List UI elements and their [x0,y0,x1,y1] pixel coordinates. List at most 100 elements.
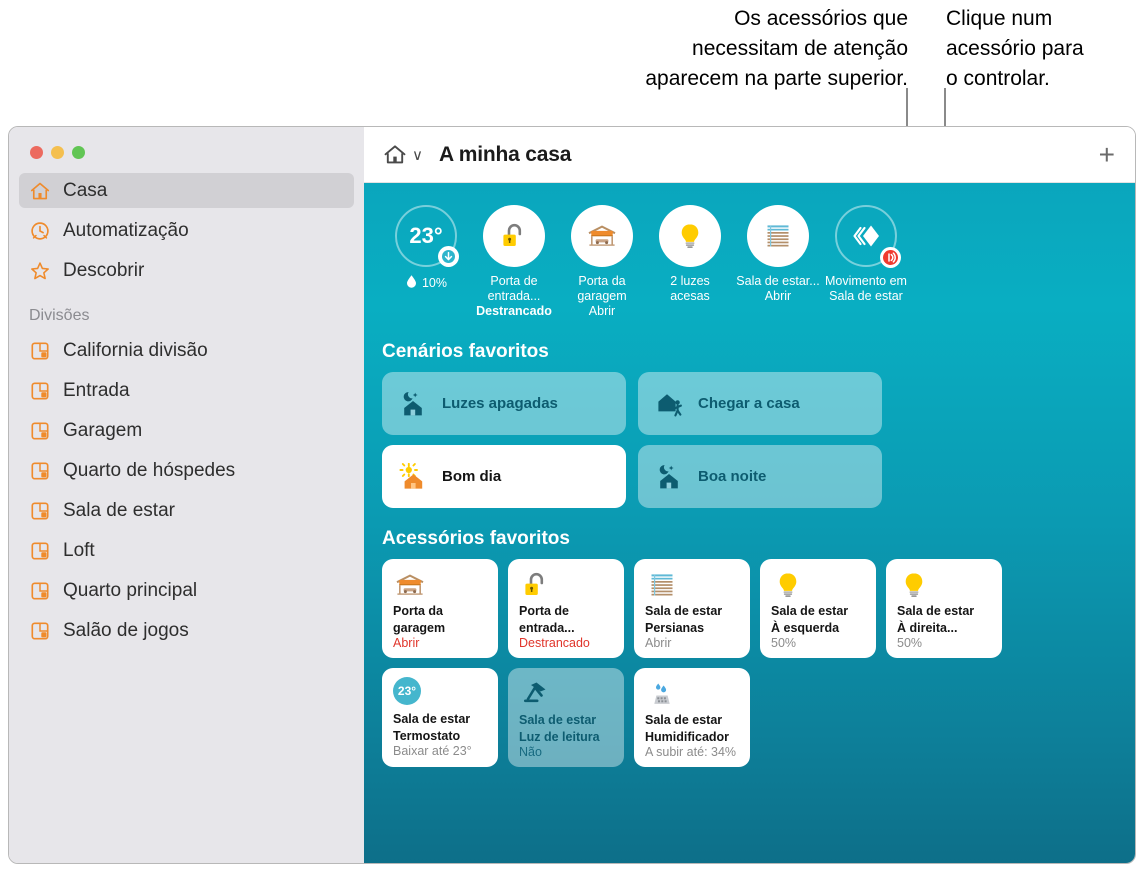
accessory-name-line1: Sala de estar [519,713,597,727]
callout-click: Clique num acessório para o controlar. [946,7,1084,90]
scene-card[interactable]: Chegar a casa [638,372,882,435]
accessory-name-line2: À esquerda [771,620,840,635]
sidebar-room-item[interactable]: Salão de jogos [19,613,354,648]
accessory-icon-wrap [897,568,992,602]
status-item[interactable]: Sala de estar... Abrir [734,205,822,319]
room-icon [29,540,51,562]
sidebar-room-item[interactable]: California divisão [19,333,354,368]
scene-card[interactable]: Boa noite [638,445,882,508]
accessory-name-line2: Termostato [393,728,461,743]
status-line1: Porta da [578,274,626,288]
desk-lamp-icon [519,677,553,716]
sidebar-room-item[interactable]: Quarto de hóspedes [19,453,354,488]
accessory-card[interactable]: Porta de entrada... Destrancado [508,559,624,658]
status-item[interactable]: Porta de entrada... Destrancado [470,205,558,319]
callout-attention: Os acessórios que necessitam de atenção … [645,7,908,90]
status-sublabel: Porta de entrada... Destrancado [468,274,560,319]
sidebar-room-item[interactable]: Garagem [19,413,354,448]
humidifier-icon [645,677,679,716]
accessory-card[interactable]: 23° Sala de estar Termostato Baixar até 23° [382,668,498,767]
add-accessory-button[interactable]: + [1099,140,1119,169]
accessory-state: Abrir [645,636,672,650]
status-temperature: 23° [409,223,443,248]
thermometer-circle[interactable]: 23° [395,205,459,267]
automation-clock-icon [29,220,51,242]
accessory-name-line1: Porta da [393,604,444,618]
screenshot-root: Os acessórios que necessitam de atenção … [0,0,1144,870]
status-sublabel: 10% [380,274,472,293]
motion-badge-icon [880,247,901,268]
accessory-state: Baixar até 23° [393,744,472,758]
home-icon [29,180,51,202]
status-item[interactable]: 23° 10% [382,205,470,319]
favorite-accessories-grid: Porta da garagem Abrir Porta de entrada... De… [364,559,1084,767]
motion-sensor-icon[interactable] [835,205,901,268]
house-person-icon [655,389,685,419]
status-item[interactable]: Movimento em Sala de estar [822,205,910,319]
room-icon [29,580,51,602]
accessory-name-line2: Humidificador [645,729,730,744]
accessory-icon-wrap [645,568,740,602]
sidebar-item-label: Automatização [63,219,189,241]
sidebar-item-automatiza--o[interactable]: Automatização [19,213,354,248]
status-item[interactable]: 2 luzes acesas [646,205,734,319]
accessory-name-line1: Sala de estar [771,604,849,618]
sidebar-item-casa[interactable]: Casa [19,173,354,208]
scene-card[interactable]: Luzes apagadas [382,372,626,435]
garage-door-icon [393,568,427,607]
minimize-button[interactable] [51,146,64,159]
accessory-card[interactable]: Sala de estar À direita... 50% [886,559,1002,658]
accessory-card[interactable]: Sala de estar Humidificador A subir até: 3… [634,668,750,767]
scene-label: Bom dia [442,468,502,485]
status-item[interactable]: Porta da garagem Abrir [558,205,646,319]
garage-door-icon[interactable] [571,205,633,267]
sidebar-primary-list: Casa Automatização Descobrir [19,173,354,288]
room-icon [29,620,51,642]
sidebar-room-item[interactable]: Sala de estar [19,493,354,528]
arrow-down-icon [438,246,459,267]
accessory-card[interactable]: Sala de estar Persianas Abrir [634,559,750,658]
sidebar-item-descobrir[interactable]: Descobrir [19,253,354,288]
accessory-name-line2: Luz de leitura [519,729,600,744]
status-line1: Sala de estar... [736,274,820,288]
accessory-card[interactable]: Sala de estar À esquerda 50% [760,559,876,658]
status-line1: 2 luzes [670,274,710,288]
main-panel: ∨ A minha casa + 23° 10% Porta de entrad… [364,127,1135,863]
sidebar-room-item[interactable]: Entrada [19,373,354,408]
unlocked-padlock-icon[interactable] [483,205,545,267]
room-icon [29,340,51,362]
sidebar-room-label: Garagem [63,419,143,441]
chevron-down-icon[interactable]: ∨ [412,146,423,164]
water-drop-icon [405,274,418,293]
status-sublabel: 2 luzes acesas [644,274,736,304]
close-button[interactable] [30,146,43,159]
status-line1: Porta de entrada... [487,274,541,303]
page-title: A minha casa [438,142,572,166]
room-icon [29,420,51,442]
home-content: 23° 10% Porta de entrada... Destrancado … [364,183,1135,863]
accessory-state: A subir até: 34% [645,745,737,759]
status-line1: Movimento em [825,274,907,288]
accessory-name-line1: Sala de estar [645,713,723,727]
sidebar: Casa Automatização Descobrir Divisões Cali… [9,127,364,863]
status-sublabel: Movimento em Sala de estar [820,274,912,304]
blinds-icon[interactable] [747,205,809,267]
sidebar-room-item[interactable]: Loft [19,533,354,568]
lightbulb-icon[interactable] [659,205,721,267]
sidebar-room-label: Loft [63,539,95,561]
accessory-card[interactable]: Porta da garagem Abrir [382,559,498,658]
accessory-card[interactable]: Sala de estar Luz de leitura Não [508,668,624,767]
status-row: 23° 10% Porta de entrada... Destrancado … [364,205,1135,319]
sidebar-rooms-list: California divisão Entrada Garagem Quarto d… [19,333,354,648]
toolbar: ∨ A minha casa + [364,127,1135,183]
accessory-icon-wrap [519,677,614,711]
scene-card[interactable]: Bom dia [382,445,626,508]
status-sublabel: Sala de estar... Abrir [732,274,824,304]
accessories-heading: Acessórios favoritos [382,528,570,549]
maximize-button[interactable] [72,146,85,159]
sidebar-room-label: California divisão [63,339,208,361]
star-icon [29,260,51,282]
sidebar-room-label: Quarto de hóspedes [63,459,236,481]
favorite-scenes-grid: Luzes apagadas Chegar a casa Bom dia Boa no… [364,372,1135,508]
sidebar-room-item[interactable]: Quarto principal [19,573,354,608]
